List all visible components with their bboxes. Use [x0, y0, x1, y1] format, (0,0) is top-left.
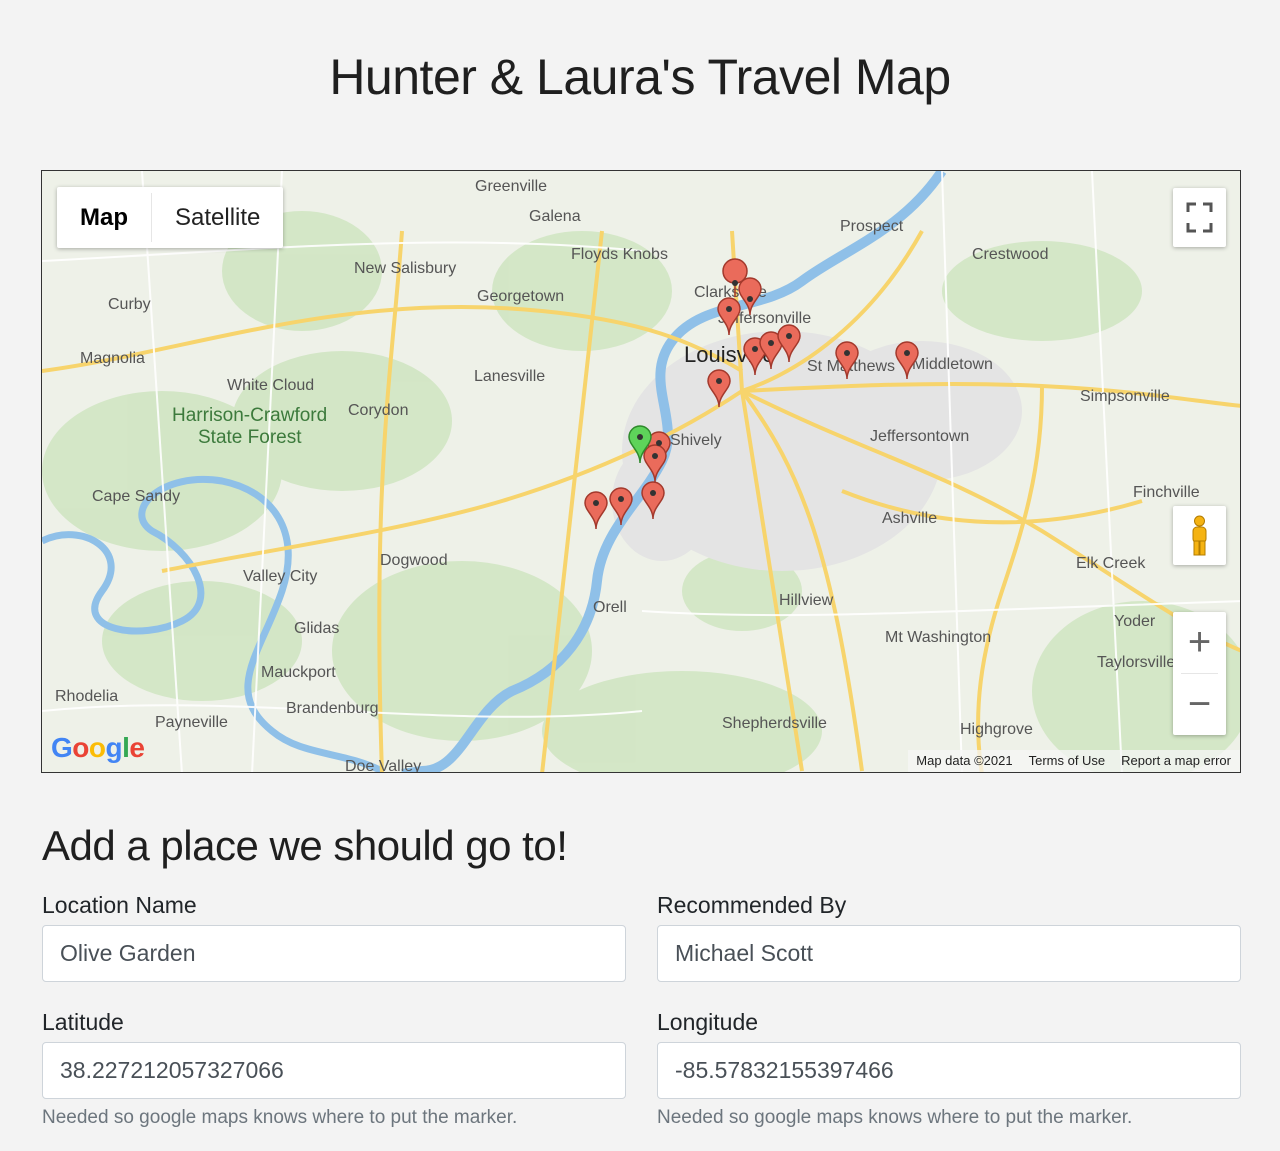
- street-view-pegman[interactable]: [1173, 506, 1226, 565]
- longitude-help-text: Needed so google maps knows where to put…: [657, 1107, 1133, 1128]
- svg-text:Greenville: Greenville: [475, 178, 547, 195]
- map-type-control: Map Satellite: [57, 187, 284, 248]
- svg-text:Rhodelia: Rhodelia: [55, 688, 118, 705]
- svg-text:Corydon: Corydon: [348, 402, 408, 419]
- page-title: Hunter & Laura's Travel Map: [329, 49, 951, 105]
- svg-text:State Forest: State Forest: [198, 427, 302, 448]
- svg-text:Middletown: Middletown: [912, 356, 993, 373]
- svg-text:Payneville: Payneville: [155, 714, 228, 731]
- map-type-map-button[interactable]: Map: [57, 187, 151, 248]
- latitude-label: Latitude: [42, 1009, 124, 1035]
- longitude-label: Longitude: [657, 1009, 759, 1035]
- location-name-input[interactable]: [42, 925, 626, 982]
- svg-text:Brandenburg: Brandenburg: [286, 700, 379, 717]
- svg-text:Jeffersontown: Jeffersontown: [870, 428, 969, 445]
- pegman-icon: [1192, 515, 1207, 556]
- map-data-credit: Map data ©2021: [916, 753, 1013, 768]
- svg-text:Yoder: Yoder: [1114, 613, 1156, 630]
- svg-text:Prospect: Prospect: [840, 218, 904, 235]
- map-canvas[interactable]: Greenville Galena Floyds Knobs Prospect …: [41, 170, 1241, 773]
- svg-text:Mt Washington: Mt Washington: [885, 629, 991, 646]
- svg-text:Valley City: Valley City: [243, 568, 317, 585]
- google-logo: Google: [51, 732, 145, 763]
- svg-text:New Salisbury: New Salisbury: [354, 260, 456, 277]
- svg-text:Magnolia: Magnolia: [80, 350, 145, 367]
- svg-text:Galena: Galena: [529, 208, 581, 225]
- svg-text:Ashville: Ashville: [882, 510, 937, 527]
- zoom-control: + −: [1173, 612, 1226, 735]
- svg-text:Mauckport: Mauckport: [261, 664, 336, 681]
- map-attribution: Map data ©2021 Terms of Use Report a map…: [908, 750, 1240, 772]
- svg-text:Doe Valley: Doe Valley: [345, 758, 421, 773]
- svg-text:Glidas: Glidas: [294, 620, 339, 637]
- svg-text:Shively: Shively: [670, 432, 722, 449]
- form-heading: Add a place we should go to!: [42, 822, 568, 869]
- svg-text:Harrison-Crawford: Harrison-Crawford: [172, 405, 327, 426]
- svg-text:Cape Sandy: Cape Sandy: [92, 488, 180, 505]
- svg-text:Floyds Knobs: Floyds Knobs: [571, 246, 668, 263]
- svg-text:Highgrove: Highgrove: [960, 721, 1033, 738]
- svg-text:Georgetown: Georgetown: [477, 288, 564, 305]
- report-map-error-link[interactable]: Report a map error: [1121, 750, 1231, 772]
- map-type-satellite-button[interactable]: Satellite: [152, 187, 283, 248]
- svg-text:Taylorsville: Taylorsville: [1097, 654, 1175, 671]
- svg-text:Dogwood: Dogwood: [380, 552, 448, 569]
- fullscreen-button[interactable]: [1173, 188, 1226, 247]
- svg-text:Hillview: Hillview: [779, 592, 834, 609]
- latitude-group: Latitude Needed so google maps knows whe…: [42, 1009, 626, 1129]
- zoom-out-button[interactable]: −: [1173, 674, 1226, 735]
- svg-text:Elk Creek: Elk Creek: [1076, 555, 1146, 572]
- svg-text:Lanesville: Lanesville: [474, 368, 545, 385]
- recommended-by-input[interactable]: [657, 925, 1241, 982]
- svg-text:White Cloud: White Cloud: [227, 377, 314, 394]
- location-name-group: Location Name: [42, 892, 626, 982]
- location-name-label: Location Name: [42, 892, 197, 918]
- longitude-input[interactable]: [657, 1042, 1241, 1099]
- map-tiles[interactable]: Greenville Galena Floyds Knobs Prospect …: [42, 171, 1241, 773]
- fullscreen-icon: [1186, 202, 1213, 233]
- zoom-in-button[interactable]: +: [1173, 612, 1226, 673]
- svg-text:Orell: Orell: [593, 599, 627, 616]
- svg-text:Crestwood: Crestwood: [972, 246, 1048, 263]
- terms-of-use-link[interactable]: Terms of Use: [1029, 750, 1106, 772]
- latitude-help-text: Needed so google maps knows where to put…: [42, 1107, 518, 1128]
- latitude-input[interactable]: [42, 1042, 626, 1099]
- recommended-by-label: Recommended By: [657, 892, 847, 918]
- svg-text:Shepherdsville: Shepherdsville: [722, 715, 827, 732]
- svg-text:Simpsonville: Simpsonville: [1080, 388, 1170, 405]
- svg-text:Finchville: Finchville: [1133, 484, 1200, 501]
- longitude-group: Longitude Needed so google maps knows wh…: [657, 1009, 1241, 1129]
- svg-text:Curby: Curby: [108, 296, 151, 313]
- recommended-by-group: Recommended By: [657, 892, 1241, 982]
